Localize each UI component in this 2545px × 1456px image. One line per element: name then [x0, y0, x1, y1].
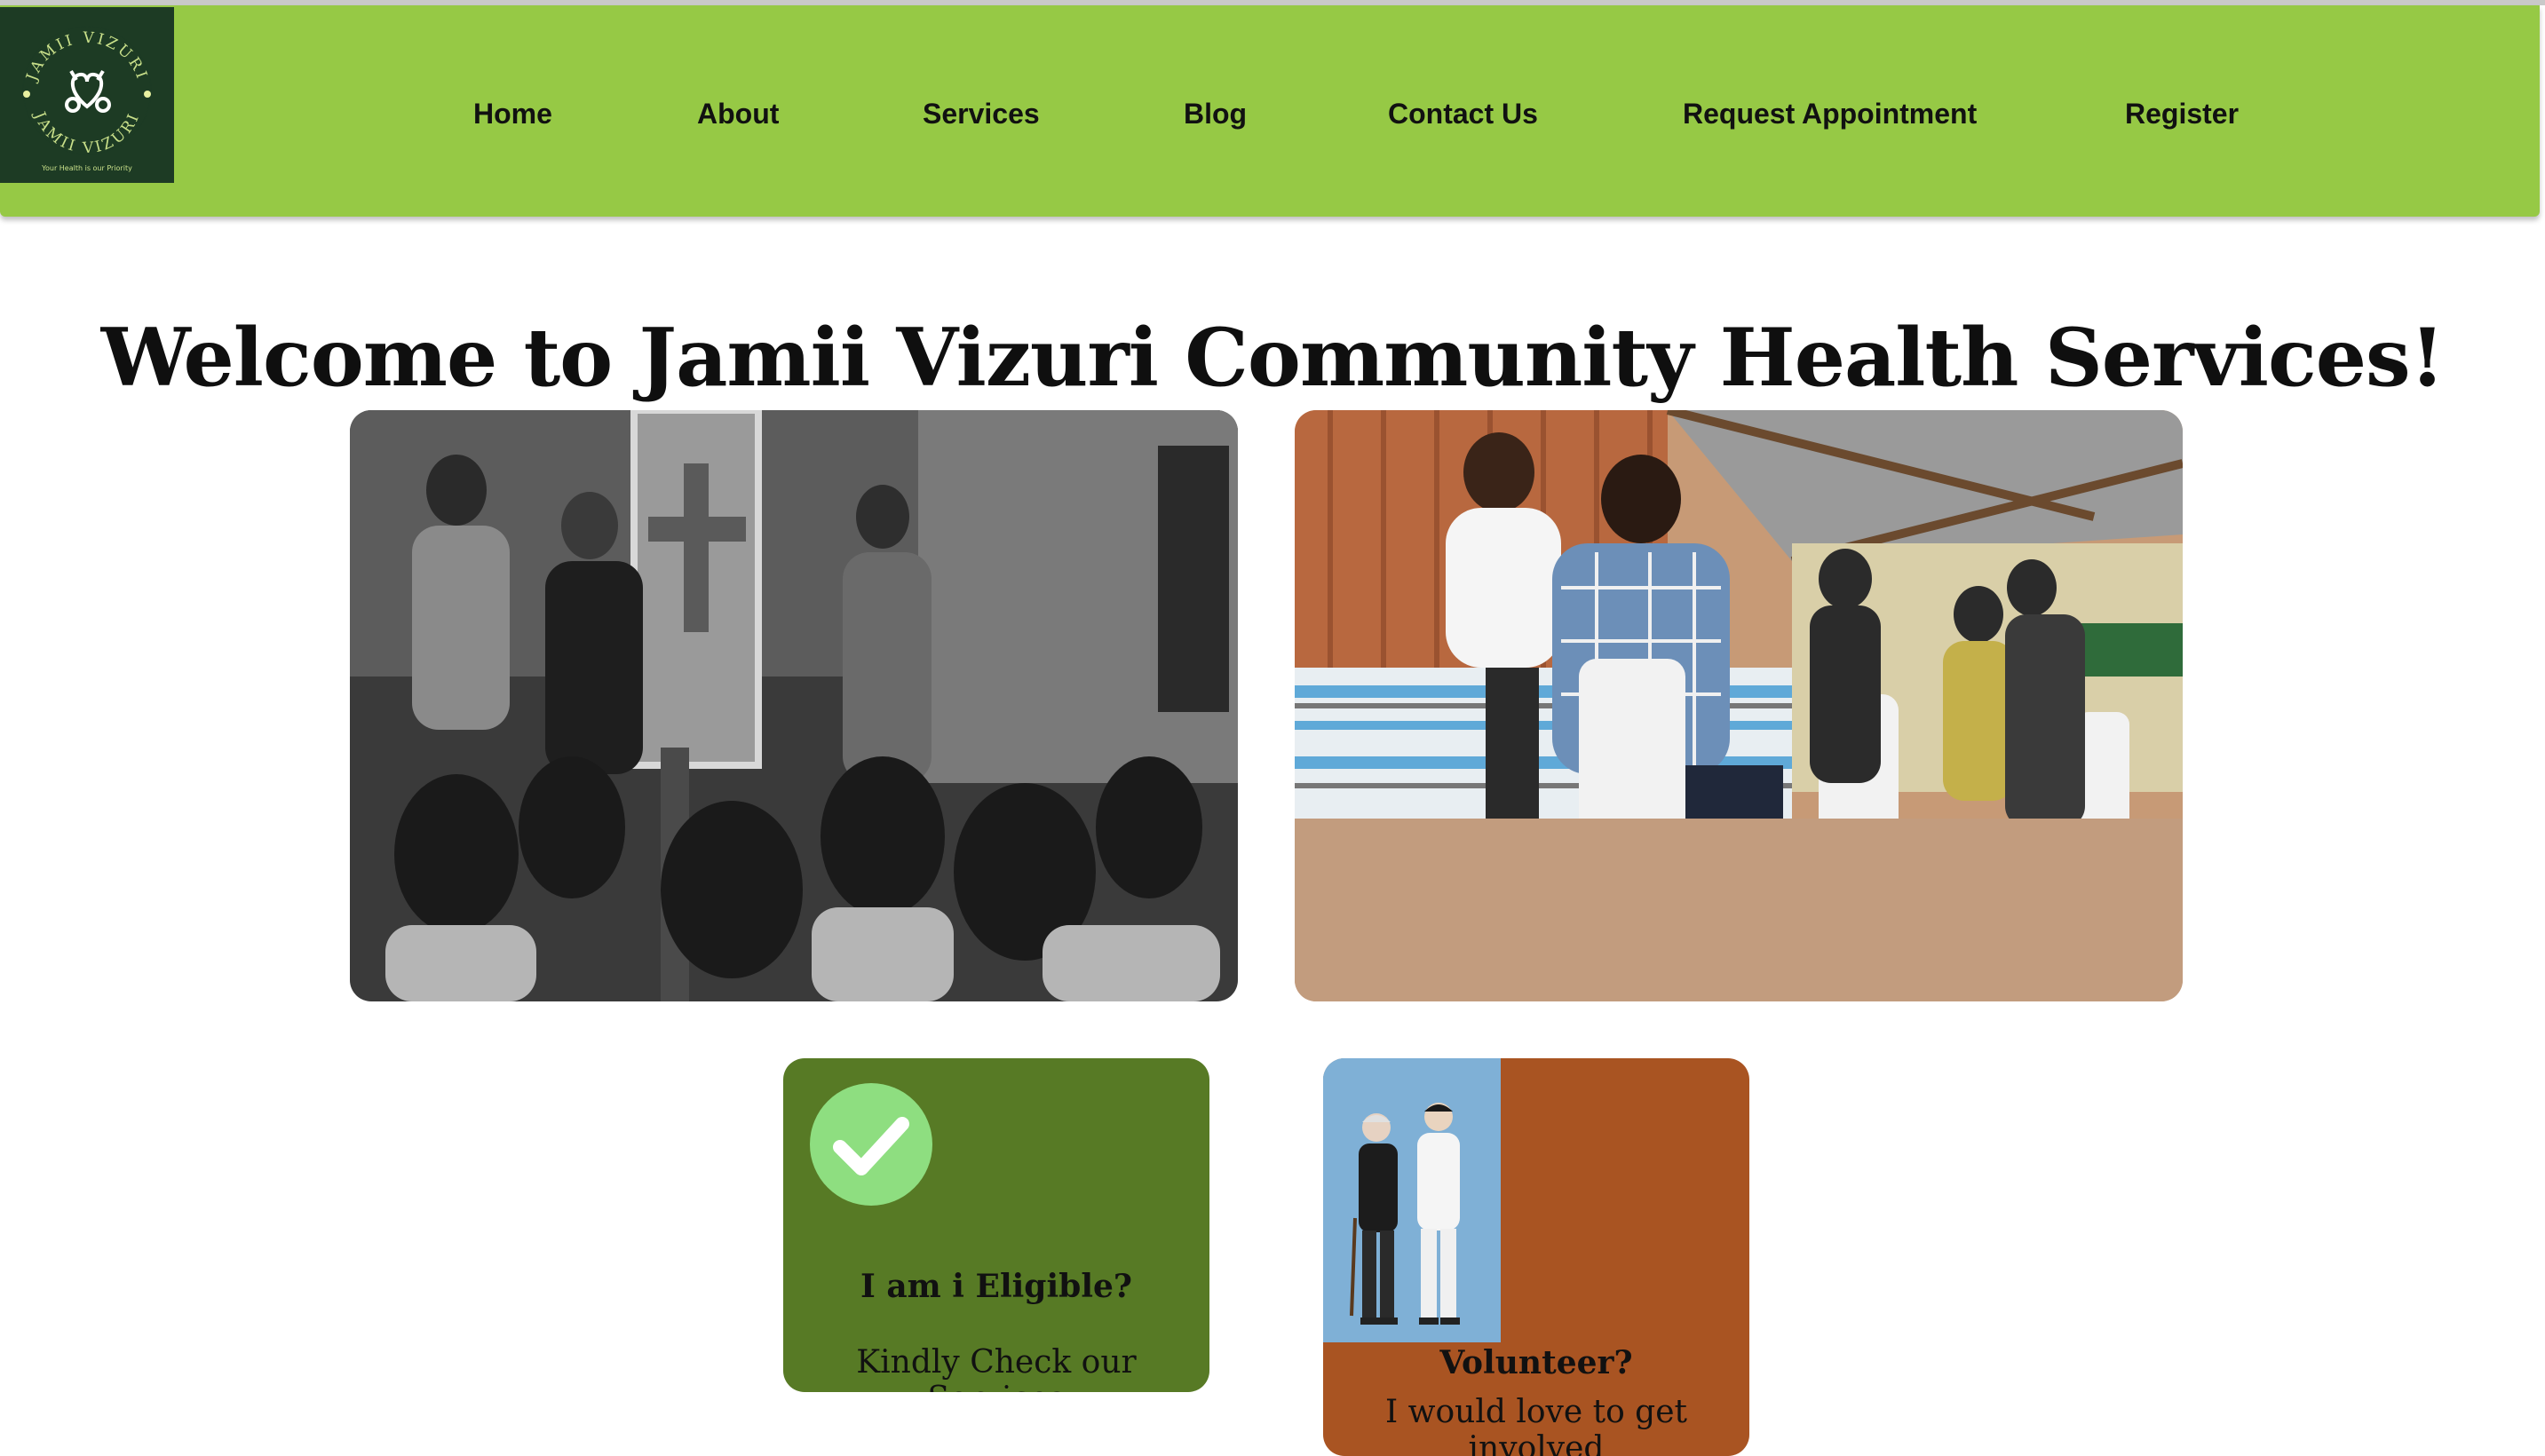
- nav-services[interactable]: Services: [923, 98, 1040, 131]
- volunteer-subtitle: I would love to get involved: [1384, 1394, 1687, 1456]
- eligibility-subtitle: Kindly Check our Services: [856, 1344, 1137, 1392]
- eligibility-title: I am i Eligible?: [860, 1268, 1133, 1305]
- volunteer-card[interactable]: Volunteer? I would love to get involved: [1323, 1058, 1749, 1456]
- volunteer-title: Volunteer?: [1439, 1344, 1633, 1381]
- nav-contact-us[interactable]: Contact Us: [1388, 98, 1538, 131]
- nav-home[interactable]: Home: [473, 98, 552, 131]
- page-title: Welcome to Jamii Vizuri Community Health…: [100, 311, 2445, 406]
- navigation-bar: JAMII VIZURI JAMII VIZURI Your Health is…: [0, 5, 2540, 217]
- main-menu: Home About Services Blog Contact Us Requ…: [0, 5, 2540, 217]
- nav-blog[interactable]: Blog: [1184, 98, 1247, 131]
- eligibility-card[interactable]: I am i Eligible? Kindly Check our Servic…: [783, 1058, 1209, 1392]
- nav-register[interactable]: Register: [2125, 98, 2239, 131]
- community-gathering-photo: [350, 410, 1238, 1001]
- vaccination-clinic-photo: [1295, 410, 2183, 1001]
- nav-request-appointment[interactable]: Request Appointment: [1683, 98, 1977, 131]
- nav-about[interactable]: About: [697, 98, 779, 131]
- checkmark-icon: [810, 1083, 932, 1206]
- volunteer-illustration: [1323, 1058, 1501, 1342]
